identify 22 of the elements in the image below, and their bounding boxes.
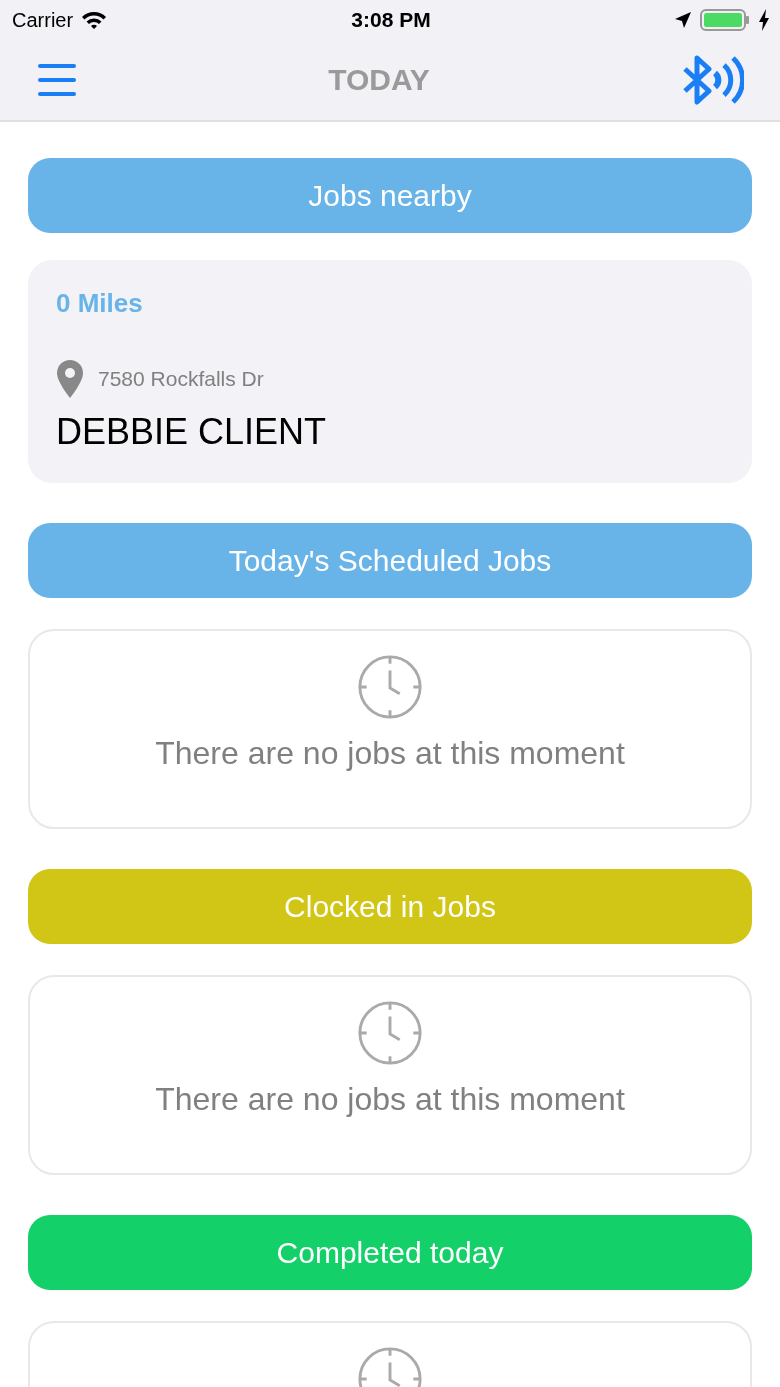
screen-title: TODAY	[328, 63, 430, 97]
battery-icon	[700, 9, 750, 31]
status-time: 3:08 PM	[351, 8, 431, 32]
location-pin-icon	[56, 359, 84, 399]
clock-icon	[356, 999, 424, 1067]
charging-bolt-icon	[758, 9, 770, 31]
clock-icon	[356, 653, 424, 721]
empty-message: There are no jobs at this moment	[155, 735, 625, 772]
empty-message: There are no jobs at this moment	[155, 1081, 625, 1118]
job-card[interactable]: 0 Miles 7580 Rockfalls Dr DEBBIE CLIENT	[28, 260, 752, 483]
carrier-label: Carrier	[12, 8, 74, 32]
section-header-button[interactable]: Completed today	[28, 1215, 752, 1290]
location-arrow-icon	[674, 11, 692, 29]
wifi-icon	[81, 10, 108, 30]
distance-label: 0 Miles	[56, 288, 144, 319]
bluetooth-signal-icon[interactable]	[682, 55, 744, 105]
menu-icon[interactable]	[38, 63, 76, 97]
section-header-button[interactable]: Jobs nearby	[28, 158, 752, 233]
section-header-button[interactable]: Clocked in Jobs	[28, 869, 752, 944]
address-text: 7580 Rockfalls Dr	[98, 367, 264, 391]
client-name: DEBBIE CLIENT	[56, 411, 328, 453]
section-header-button[interactable]: Today's Scheduled Jobs	[28, 523, 752, 598]
